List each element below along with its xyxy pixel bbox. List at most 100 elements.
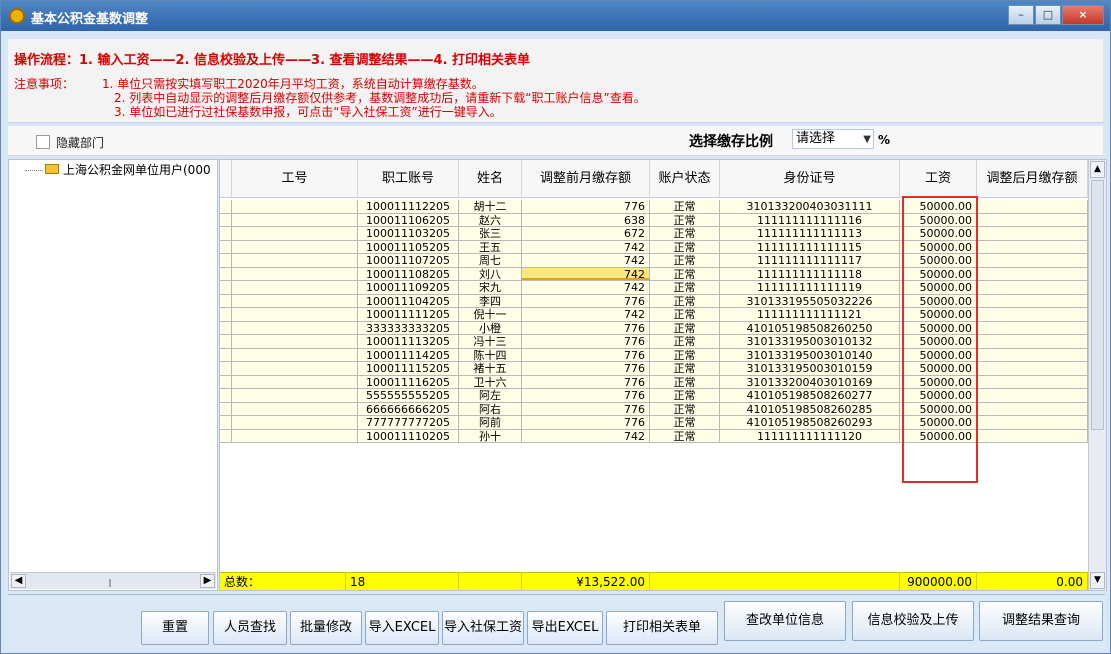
cell-employee-id[interactable]: [232, 281, 358, 295]
cell-employee-id[interactable]: [232, 227, 358, 241]
cell-employee-id[interactable]: [232, 213, 358, 227]
cell-account-status[interactable]: 正常: [650, 375, 720, 389]
cell-employee-id[interactable]: [232, 375, 358, 389]
row-indicator[interactable]: [220, 348, 232, 362]
ratio-select[interactable]: 请选择 ▼: [792, 129, 874, 149]
cell-after-amount[interactable]: [977, 254, 1088, 268]
reset-button[interactable]: 重置: [141, 611, 209, 645]
cell-account-status[interactable]: 正常: [650, 200, 720, 214]
cell-account-no[interactable]: 777777777205: [358, 416, 459, 430]
cell-before-amount[interactable]: 776: [522, 402, 650, 416]
cell-account-no[interactable]: 100011108205: [358, 267, 459, 281]
search-person-button[interactable]: 人员查找: [213, 611, 287, 645]
row-indicator[interactable]: [220, 335, 232, 349]
import-excel-button[interactable]: 导入EXCEL: [365, 611, 439, 645]
cell-account-no[interactable]: 100011115205: [358, 362, 459, 376]
cell-account-no[interactable]: 100011109205: [358, 281, 459, 295]
cell-after-amount[interactable]: [977, 294, 1088, 308]
change-unit-info-button[interactable]: 查改单位信息: [724, 601, 846, 641]
cell-account-status[interactable]: 正常: [650, 294, 720, 308]
cell-employee-id[interactable]: [232, 308, 358, 322]
cell-account-no[interactable]: 100011103205: [358, 227, 459, 241]
col-header-after-amount[interactable]: 调整后月缴存额: [977, 160, 1088, 198]
query-result-button[interactable]: 调整结果查询: [979, 601, 1103, 641]
cell-before-amount[interactable]: 776: [522, 362, 650, 376]
cell-after-amount[interactable]: [977, 402, 1088, 416]
cell-before-amount[interactable]: 742: [522, 429, 650, 443]
col-header-employee-id[interactable]: 工号: [232, 160, 358, 198]
cell-name[interactable]: 褚十五: [459, 362, 522, 376]
cell-before-amount[interactable]: 776: [522, 200, 650, 214]
row-indicator[interactable]: [220, 375, 232, 389]
cell-before-amount[interactable]: 742: [522, 267, 650, 281]
col-header-account-status[interactable]: 账户状态: [650, 160, 720, 198]
row-indicator[interactable]: [220, 416, 232, 430]
close-button[interactable]: ×: [1062, 5, 1104, 25]
col-header-before-amount[interactable]: 调整前月缴存额: [522, 160, 650, 198]
cell-account-status[interactable]: 正常: [650, 389, 720, 403]
cell-before-amount[interactable]: 742: [522, 254, 650, 268]
cell-employee-id[interactable]: [232, 267, 358, 281]
cell-employee-id[interactable]: [232, 335, 358, 349]
row-indicator[interactable]: [220, 240, 232, 254]
print-forms-button[interactable]: 打印相关表单: [606, 611, 718, 645]
cell-id-number[interactable]: 111111111111121: [720, 308, 900, 322]
cell-before-amount[interactable]: 742: [522, 308, 650, 322]
hide-dept-checkbox[interactable]: [36, 135, 50, 149]
scroll-thumb[interactable]: [1091, 180, 1104, 430]
cell-account-no[interactable]: 100011114205: [358, 348, 459, 362]
cell-account-status[interactable]: 正常: [650, 254, 720, 268]
cell-account-status[interactable]: 正常: [650, 281, 720, 295]
scroll-thumb[interactable]: ‖: [100, 578, 120, 587]
cell-before-amount[interactable]: 638: [522, 213, 650, 227]
cell-name[interactable]: 周七: [459, 254, 522, 268]
row-indicator[interactable]: [220, 321, 232, 335]
cell-after-amount[interactable]: [977, 200, 1088, 214]
cell-account-no[interactable]: 100011104205: [358, 294, 459, 308]
cell-name[interactable]: 冯十三: [459, 335, 522, 349]
cell-account-status[interactable]: 正常: [650, 348, 720, 362]
cell-id-number[interactable]: 111111111111118: [720, 267, 900, 281]
cell-id-number[interactable]: 310133195003010159: [720, 362, 900, 376]
cell-id-number[interactable]: 111111111111117: [720, 254, 900, 268]
cell-employee-id[interactable]: [232, 240, 358, 254]
cell-account-status[interactable]: 正常: [650, 240, 720, 254]
cell-after-amount[interactable]: [977, 429, 1088, 443]
cell-name[interactable]: 宋九: [459, 281, 522, 295]
cell-name[interactable]: 阿前: [459, 416, 522, 430]
cell-name[interactable]: 卫十六: [459, 375, 522, 389]
row-indicator[interactable]: [220, 294, 232, 308]
cell-account-no[interactable]: 100011110205: [358, 429, 459, 443]
tree-root-label[interactable]: 上海公积金网单位用户(000: [63, 161, 211, 178]
cell-account-status[interactable]: 正常: [650, 335, 720, 349]
cell-employee-id[interactable]: [232, 362, 358, 376]
cell-id-number[interactable]: 111111111111115: [720, 240, 900, 254]
cell-before-amount[interactable]: 776: [522, 375, 650, 389]
cell-account-no[interactable]: 333333333205: [358, 321, 459, 335]
cell-name[interactable]: 王五: [459, 240, 522, 254]
cell-account-status[interactable]: 正常: [650, 402, 720, 416]
cell-account-status[interactable]: 正常: [650, 213, 720, 227]
row-indicator[interactable]: [220, 267, 232, 281]
cell-before-amount[interactable]: 776: [522, 416, 650, 430]
cell-after-amount[interactable]: [977, 389, 1088, 403]
cell-after-amount[interactable]: [977, 348, 1088, 362]
cell-before-amount[interactable]: 672: [522, 227, 650, 241]
scroll-up-icon[interactable]: ▲: [1090, 161, 1105, 178]
row-indicator[interactable]: [220, 308, 232, 322]
horizontal-scrollbar[interactable]: ◀ ‖ ▶: [10, 572, 216, 589]
cell-account-status[interactable]: 正常: [650, 429, 720, 443]
row-indicator[interactable]: [220, 200, 232, 214]
export-excel-button[interactable]: 导出EXCEL: [527, 611, 603, 645]
row-indicator[interactable]: [220, 254, 232, 268]
cell-account-no[interactable]: 100011113205: [358, 335, 459, 349]
cell-account-no[interactable]: 100011107205: [358, 254, 459, 268]
row-indicator[interactable]: [220, 281, 232, 295]
cell-name[interactable]: 李四: [459, 294, 522, 308]
cell-after-amount[interactable]: [977, 281, 1088, 295]
cell-after-amount[interactable]: [977, 321, 1088, 335]
cell-employee-id[interactable]: [232, 402, 358, 416]
cell-id-number[interactable]: 111111111111120: [720, 429, 900, 443]
cell-account-no[interactable]: 100011112205: [358, 200, 459, 214]
import-social-salary-button[interactable]: 导入社保工资: [442, 611, 524, 645]
